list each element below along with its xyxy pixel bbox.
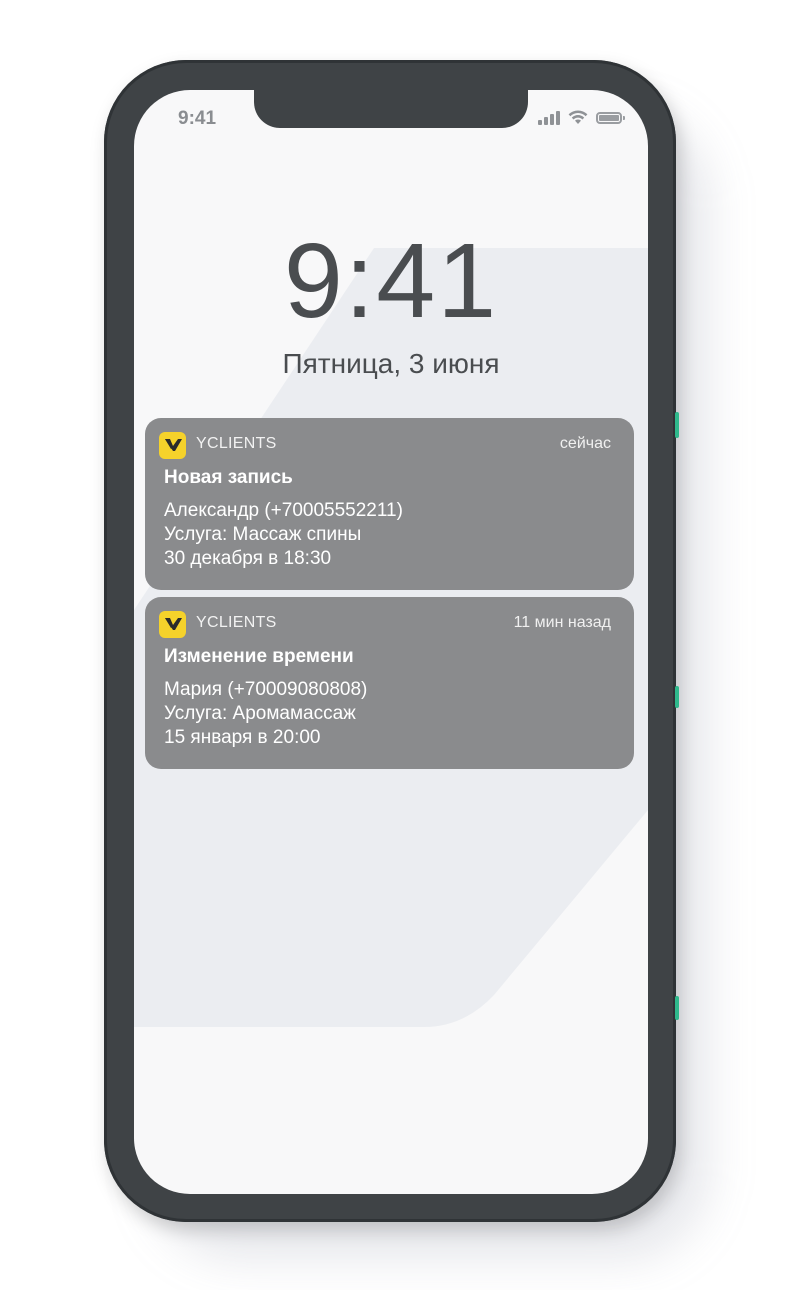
notification-new-booking[interactable]: YCLIENTS сейчас Новая запись Александр (… <box>145 418 634 590</box>
notification-line: Услуга: Аромамассаж <box>164 703 356 724</box>
notification-body: Мария (+70009080808) Услуга: Аромамассаж… <box>164 678 367 750</box>
battery-icon <box>596 111 625 124</box>
notification-line: 15 января в 20:00 <box>164 727 321 748</box>
status-icons <box>538 110 625 125</box>
lock-screen: 9:41 9:41 Пятница, 3 июня YCLIENTS сейча… <box>134 90 648 1194</box>
notification-app-name: YCLIENTS <box>196 435 277 452</box>
notification-line: 30 декабря в 18:30 <box>164 548 332 569</box>
wifi-icon <box>568 110 588 124</box>
notification-time: сейчас <box>559 435 611 452</box>
notification-time-change[interactable]: YCLIENTS 11 мин назад Изменение времени … <box>145 597 634 769</box>
power-button <box>675 996 679 1020</box>
notification-line: Александр (+70005552211) <box>164 500 403 521</box>
notification-time: 11 мин назад <box>513 614 611 631</box>
notification-body: Александр (+70005552211) Услуга: Массаж … <box>164 499 403 571</box>
yclients-app-icon <box>159 611 186 638</box>
notification-app-name: YCLIENTS <box>196 614 277 631</box>
notch <box>254 90 528 128</box>
notification-title: Новая запись <box>164 467 293 488</box>
lock-screen-date: Пятница, 3 июня <box>282 348 500 379</box>
notification-line: Мария (+70009080808) <box>164 679 368 700</box>
cellular-signal-icon <box>538 110 560 125</box>
volume-button <box>675 412 679 438</box>
notification-title: Изменение времени <box>164 646 354 667</box>
status-time: 9:41 <box>178 108 217 129</box>
side-button <box>675 686 679 708</box>
lock-screen-clock: 9:41 <box>283 222 499 340</box>
yclients-app-icon <box>159 432 186 459</box>
notification-line: Услуга: Массаж спины <box>164 524 362 545</box>
stage: 9:41 9:41 Пятница, 3 июня YCLIENTS сейча… <box>0 0 794 1290</box>
